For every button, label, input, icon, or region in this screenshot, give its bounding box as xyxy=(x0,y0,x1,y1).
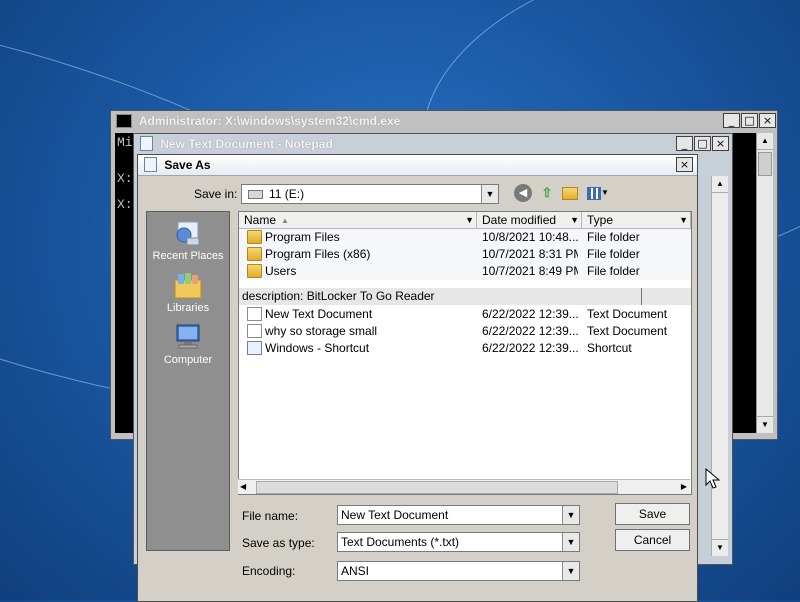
shortcut-icon xyxy=(247,340,262,355)
place-computer[interactable]: Computer xyxy=(147,322,229,366)
scroll-right-icon[interactable]: ▶ xyxy=(681,480,687,494)
place-label: Computer xyxy=(163,354,213,366)
save-as-title: Save As xyxy=(164,158,211,172)
save-as-dialog[interactable]: Save As × Save in: 11 (E:) ▼ ◀ ⇧ ▼ Recen… xyxy=(137,154,698,602)
cmd-minimize-button[interactable]: _ xyxy=(723,113,740,128)
column-header-date[interactable]: Date modified ▼ xyxy=(477,212,582,229)
view-menu-icon[interactable]: ▼ xyxy=(586,184,610,202)
recent-places-icon xyxy=(173,218,203,248)
tooltip-description: description: BitLocker To Go Reader xyxy=(239,288,691,305)
folder-icon xyxy=(247,229,262,244)
chevron-down-icon[interactable]: ▼ xyxy=(562,562,579,580)
chevron-down-icon[interactable]: ▼ xyxy=(562,506,579,524)
back-icon[interactable]: ◀ xyxy=(514,184,532,202)
scroll-left-icon[interactable]: ◀ xyxy=(240,480,246,494)
save-in-label: Save in: xyxy=(194,187,238,201)
chevron-down-icon[interactable]: ▼ xyxy=(679,212,688,229)
text-document-icon xyxy=(247,323,262,338)
mouse-cursor-icon xyxy=(705,468,721,489)
save-in-value: 11 (E:) xyxy=(269,187,305,201)
file-name-input[interactable]: New Text Document ▼ xyxy=(337,505,580,525)
drive-icon xyxy=(248,190,263,200)
list-item[interactable]: Program Files (x86) 10/7/2021 8:31 PM Fi… xyxy=(239,246,691,263)
cmd-maximize-button[interactable]: □ xyxy=(741,113,758,128)
chevron-down-icon[interactable]: ▼ xyxy=(465,212,474,229)
chevron-down-icon[interactable]: ▼ xyxy=(570,212,579,229)
save-button[interactable]: Save xyxy=(615,503,690,525)
list-item[interactable]: Windows - Shortcut 6/22/2022 12:39... Sh… xyxy=(239,340,691,357)
notepad-icon xyxy=(144,157,157,173)
save-as-titlebar[interactable]: Save As xyxy=(138,155,697,176)
folder-icon xyxy=(247,263,262,278)
save-as-type-dropdown[interactable]: Text Documents (*.txt) ▼ xyxy=(337,532,580,552)
sort-ascending-icon: ▲ xyxy=(281,216,289,225)
save-as-close-button[interactable]: × xyxy=(676,157,693,172)
column-header-name[interactable]: Name ▲ ▼ xyxy=(239,212,477,229)
scroll-up-icon[interactable]: ▲ xyxy=(712,176,728,193)
save-as-type-label: Save as type: xyxy=(242,536,315,550)
scroll-down-icon[interactable]: ▼ xyxy=(757,416,773,433)
places-bar: Recent Places Libraries Computer xyxy=(146,211,230,551)
cmd-titlebar[interactable]: Administrator: X:\windows\system32\cmd.e… xyxy=(111,111,777,131)
scroll-up-icon[interactable]: ▲ xyxy=(757,133,773,150)
notepad-title: New Text Document - Notepad xyxy=(160,137,333,151)
encoding-dropdown[interactable]: ANSI ▼ xyxy=(337,561,580,581)
column-header-type[interactable]: Type ▼ xyxy=(582,212,691,229)
place-label: Recent Places xyxy=(152,250,224,262)
folder-icon xyxy=(247,246,262,261)
libraries-icon xyxy=(173,270,203,300)
list-item[interactable]: Users 10/7/2021 8:49 PM File folder xyxy=(239,263,691,280)
chevron-down-icon[interactable]: ▼ xyxy=(481,185,498,203)
cmd-line: X: xyxy=(117,171,133,186)
cmd-close-button[interactable]: × xyxy=(759,113,776,128)
cmd-line: Mi xyxy=(117,135,133,150)
cmd-title: Administrator: X:\windows\system32\cmd.e… xyxy=(138,114,401,128)
notepad-icon xyxy=(140,136,153,152)
chevron-down-icon[interactable]: ▼ xyxy=(562,533,579,551)
up-folder-icon[interactable]: ⇧ xyxy=(538,184,556,202)
notepad-scrollbar[interactable]: ▲ ▼ xyxy=(711,176,728,556)
list-item[interactable]: Program Files 10/8/2021 10:48... File fo… xyxy=(239,229,691,246)
new-folder-icon[interactable] xyxy=(561,184,579,202)
place-label: Libraries xyxy=(166,302,210,314)
cmd-icon xyxy=(116,113,132,128)
save-in-dropdown[interactable]: 11 (E:) ▼ xyxy=(241,184,499,204)
divider xyxy=(641,288,642,305)
list-item[interactable]: why so storage small 6/22/2022 12:39... … xyxy=(239,323,691,340)
file-name-label: File name: xyxy=(242,509,299,523)
file-list[interactable]: Name ▲ ▼ Date modified ▼ Type ▼ Program … xyxy=(238,211,692,495)
scroll-down-icon[interactable]: ▼ xyxy=(712,539,728,556)
list-item[interactable]: New Text Document 6/22/2022 12:39... Tex… xyxy=(239,306,691,323)
notepad-close-button[interactable]: × xyxy=(712,136,729,151)
scroll-thumb[interactable] xyxy=(758,152,772,176)
encoding-label: Encoding: xyxy=(242,564,296,578)
notepad-maximize-button[interactable]: □ xyxy=(694,136,711,151)
cmd-scrollbar[interactable]: ▲ ▼ xyxy=(756,133,773,433)
cancel-button[interactable]: Cancel xyxy=(615,529,690,551)
text-document-icon xyxy=(247,306,262,321)
file-list-horizontal-scrollbar[interactable]: ◀ ▶ xyxy=(238,479,690,494)
place-libraries[interactable]: Libraries xyxy=(147,270,229,314)
cmd-line: X: xyxy=(117,197,133,212)
computer-icon xyxy=(173,322,203,352)
notepad-titlebar[interactable]: New Text Document - Notepad xyxy=(134,134,732,154)
place-recent-places[interactable]: Recent Places xyxy=(147,218,229,262)
scroll-thumb[interactable] xyxy=(256,481,618,494)
notepad-minimize-button[interactable]: _ xyxy=(676,136,693,151)
